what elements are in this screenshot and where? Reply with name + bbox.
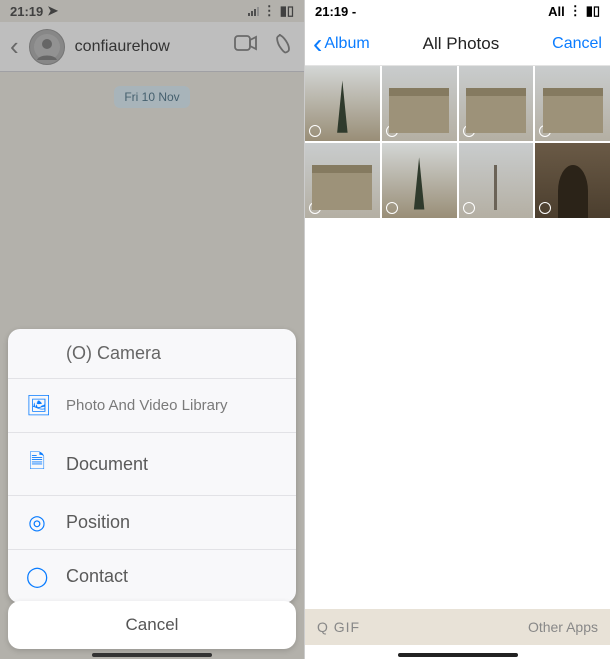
cancel-button[interactable]: Cancel (8, 601, 296, 649)
back-label: Album (324, 35, 369, 53)
sheet-label: Position (66, 512, 130, 533)
sheet-item-position[interactable]: ◎ Position (8, 496, 296, 550)
photo-thumbnail[interactable] (459, 143, 534, 218)
selection-circle-icon (463, 125, 475, 137)
keyboard-strip: Q GIF Other Apps (305, 609, 610, 645)
selection-circle-icon (463, 202, 475, 214)
home-indicator[interactable] (92, 653, 212, 657)
selection-circle-icon (539, 202, 551, 214)
attachment-action-sheet: (O) Camera 🖼 Photo And Video Library 🗎 D… (8, 329, 296, 603)
photo-thumbnail[interactable] (535, 143, 610, 218)
status-bar: 21:19 - All ⋮ ▮▯ (305, 0, 610, 22)
photo-picker-panel: 21:19 - All ⋮ ▮▯ Album All Photos Cancel… (304, 0, 610, 659)
selection-circle-icon (309, 125, 321, 137)
photo-thumbnail[interactable] (305, 143, 380, 218)
photo-grid (305, 66, 610, 218)
contact-icon: ◯ (26, 564, 48, 589)
other-apps-button[interactable]: Other Apps (528, 619, 598, 635)
selection-circle-icon (539, 125, 551, 137)
gif-button[interactable]: Q GIF (317, 619, 360, 635)
position-icon: ◎ (26, 510, 48, 535)
battery-icon: ▮▯ (586, 3, 600, 19)
photo-thumbnail[interactable] (382, 66, 457, 141)
sheet-label: Document (66, 454, 148, 475)
whatsapp-chat-panel: 21:19 ➤ ⋮ ▮▯ ‹ confiaurehow Fri 10 Nov G… (0, 0, 304, 659)
photos-icon: 🖼 (26, 393, 48, 418)
photo-thumbnail[interactable] (535, 66, 610, 141)
sheet-item-camera[interactable]: (O) Camera (8, 329, 296, 379)
home-indicator[interactable] (398, 653, 518, 657)
sheet-label: Contact (66, 566, 128, 587)
picker-title: All Photos (423, 34, 500, 54)
sheet-item-document[interactable]: 🗎 Document (8, 433, 296, 496)
selection-circle-icon (386, 202, 398, 214)
album-back-button[interactable]: Album (313, 35, 370, 53)
selection-circle-icon (309, 202, 321, 214)
wifi-icon: ⋮ (569, 3, 582, 19)
sheet-label: (O) Camera (66, 343, 161, 364)
photo-thumbnail[interactable] (459, 66, 534, 141)
photo-thumbnail[interactable] (382, 143, 457, 218)
carrier-label: All (548, 4, 565, 19)
sheet-item-photo-library[interactable]: 🖼 Photo And Video Library (8, 379, 296, 433)
picker-cancel-button[interactable]: Cancel (552, 35, 602, 53)
picker-nav: Album All Photos Cancel (305, 22, 610, 66)
document-icon: 🗎 (26, 447, 48, 481)
sheet-item-contact[interactable]: ◯ Contact (8, 550, 296, 603)
photo-thumbnail[interactable] (305, 66, 380, 141)
sheet-label: Photo And Video Library (66, 397, 228, 414)
status-time: 21:19 - (315, 4, 356, 19)
selection-circle-icon (386, 125, 398, 137)
